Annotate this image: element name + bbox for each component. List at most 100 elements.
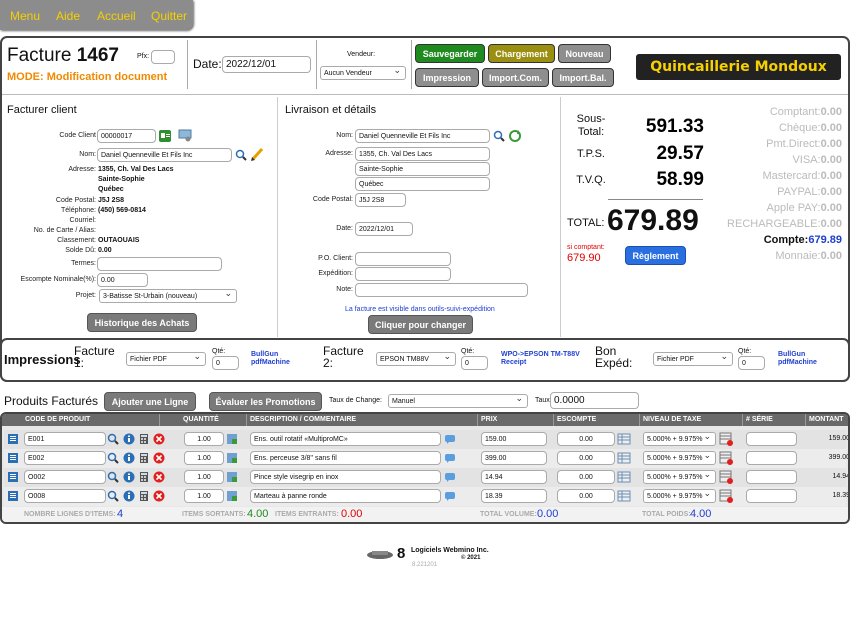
delete-icon[interactable]: [153, 490, 165, 502]
search-icon[interactable]: [235, 149, 247, 161]
pfx-input[interactable]: [151, 50, 175, 64]
payment-row[interactable]: Mastercard:0.00: [763, 170, 843, 182]
calculator-icon[interactable]: [138, 452, 150, 464]
payment-row[interactable]: Pmt.Direct:0.00: [766, 138, 842, 150]
delete-icon[interactable]: [153, 471, 165, 483]
client-projet-select[interactable]: 3-Batisse St-Urbain (nouveau): [99, 289, 237, 303]
search-icon[interactable]: [107, 471, 119, 483]
nav-quitter[interactable]: Quitter: [151, 9, 187, 23]
tax-level-select[interactable]: 5.000% + 9.975%: [643, 489, 716, 503]
facture1-qte-input[interactable]: 0: [212, 356, 239, 370]
history-button[interactable]: Historique des Achats: [87, 313, 197, 332]
facture2-select[interactable]: EPSON TM88V: [376, 352, 456, 366]
description-input[interactable]: Ens. perceuse 3/8'' sans fil: [250, 451, 441, 465]
serial-input[interactable]: [746, 432, 797, 446]
edit-pencil-icon[interactable]: [250, 146, 264, 162]
tax-grid-icon[interactable]: [719, 432, 733, 446]
tax-level-select[interactable]: 5.000% + 9.975%: [643, 451, 716, 465]
comment-icon[interactable]: [444, 452, 456, 464]
livraison-cp-input[interactable]: J5J 2S8: [355, 193, 406, 207]
add-line-button[interactable]: Ajouter une Ligne: [104, 392, 196, 411]
new-button[interactable]: Nouveau: [558, 44, 611, 63]
quantity-input[interactable]: 1.00: [184, 489, 224, 503]
client-code-input[interactable]: 00000017: [97, 129, 156, 143]
facture2-printer-link[interactable]: WPO->EPSON TM-T88V Receipt: [501, 351, 580, 367]
client-contact-icon[interactable]: [178, 128, 192, 142]
tax-grid-icon[interactable]: [719, 451, 733, 465]
calculator-icon[interactable]: [138, 490, 150, 502]
discount-grid-icon[interactable]: [617, 452, 631, 464]
print-button[interactable]: Impression: [415, 68, 479, 87]
quantity-icon[interactable]: [226, 433, 238, 445]
delete-icon[interactable]: [153, 452, 165, 464]
calculator-icon[interactable]: [138, 471, 150, 483]
facture1-printer-link[interactable]: BullGun pdfMachine: [251, 351, 290, 367]
bon-exped-qte-input[interactable]: 0: [738, 356, 765, 370]
calculator-icon[interactable]: [138, 433, 150, 445]
quantity-icon[interactable]: [226, 471, 238, 483]
client-card-icon[interactable]: [159, 130, 171, 142]
comment-icon[interactable]: [444, 433, 456, 445]
search-icon[interactable]: [493, 130, 505, 142]
discount-input[interactable]: 0.00: [557, 470, 615, 484]
nav-aide[interactable]: Aide: [56, 9, 80, 23]
bon-exped-select[interactable]: Fichier PDF: [653, 352, 733, 366]
price-input[interactable]: 14.94: [481, 470, 547, 484]
date-input[interactable]: 2022/12/01: [222, 56, 311, 73]
comment-icon[interactable]: [444, 471, 456, 483]
tax-level-select[interactable]: 5.000% + 9.975%: [643, 432, 716, 446]
price-input[interactable]: 18.39: [481, 489, 547, 503]
livraison-exp-input[interactable]: [355, 267, 451, 281]
livraison-date-input[interactable]: 2022/12/01: [355, 222, 413, 236]
livraison-adresse-l3[interactable]: Québec: [355, 177, 490, 191]
comment-icon[interactable]: [444, 490, 456, 502]
tax-grid-icon[interactable]: [719, 470, 733, 484]
livraison-po-input[interactable]: [355, 252, 451, 266]
payment-row[interactable]: RECHARGEABLE:0.00: [727, 218, 842, 230]
livraison-adresse-l2[interactable]: Sainte-Sophie: [355, 162, 490, 176]
product-code-input[interactable]: E002: [24, 451, 106, 465]
taux-input[interactable]: 0.0000: [550, 392, 639, 409]
tax-level-select[interactable]: 5.000% + 9.975%: [643, 470, 716, 484]
payment-row[interactable]: Chèque:0.00: [779, 122, 842, 134]
quantity-input[interactable]: 1.00: [184, 470, 224, 484]
search-icon[interactable]: [107, 490, 119, 502]
info-icon[interactable]: [123, 471, 135, 483]
description-input[interactable]: Pince style visegrip en inox: [250, 470, 441, 484]
payment-row[interactable]: Compte:679.89: [764, 234, 842, 246]
livraison-note-input[interactable]: [355, 283, 528, 297]
payment-row[interactable]: Apple PAY:0.00: [767, 202, 842, 214]
serial-input[interactable]: [746, 470, 797, 484]
row-menu-icon[interactable]: [7, 490, 19, 502]
price-input[interactable]: 399.00: [481, 451, 547, 465]
quantity-icon[interactable]: [226, 490, 238, 502]
info-icon[interactable]: [123, 490, 135, 502]
search-icon[interactable]: [107, 452, 119, 464]
quantity-input[interactable]: 1.00: [184, 451, 224, 465]
discount-input[interactable]: 0.00: [557, 451, 615, 465]
taux-change-select[interactable]: Manuel: [388, 394, 528, 408]
price-input[interactable]: 159.00: [481, 432, 547, 446]
import-bal-button[interactable]: Import.Bal.: [552, 68, 614, 87]
quantity-input[interactable]: 1.00: [184, 432, 224, 446]
serial-input[interactable]: [746, 451, 797, 465]
client-escompte-input[interactable]: 0.00: [97, 273, 148, 287]
payment-row[interactable]: Comptant:0.00: [770, 106, 842, 118]
delete-icon[interactable]: [153, 433, 165, 445]
discount-grid-icon[interactable]: [617, 471, 631, 483]
vendeur-select[interactable]: Aucun Vendeur: [320, 66, 406, 80]
livraison-adresse-l1[interactable]: 1355, Ch. Val Des Lacs: [355, 147, 490, 161]
livraison-nom-input[interactable]: Daniel Quenneville Et Fils Inc: [355, 129, 490, 143]
facture1-select[interactable]: Fichier PDF: [126, 352, 206, 366]
row-menu-icon[interactable]: [7, 433, 19, 445]
serial-input[interactable]: [746, 489, 797, 503]
payment-row[interactable]: Monnaie:0.00: [775, 250, 842, 262]
product-code-input[interactable]: O002: [24, 470, 106, 484]
discount-grid-icon[interactable]: [617, 490, 631, 502]
payment-row[interactable]: VISA:0.00: [792, 154, 842, 166]
facture2-qte-input[interactable]: 0: [461, 356, 488, 370]
import-com-button[interactable]: Import.Com.: [482, 68, 549, 87]
tax-grid-icon[interactable]: [719, 489, 733, 503]
quantity-icon[interactable]: [226, 452, 238, 464]
save-button[interactable]: Sauvegarder: [415, 44, 485, 63]
